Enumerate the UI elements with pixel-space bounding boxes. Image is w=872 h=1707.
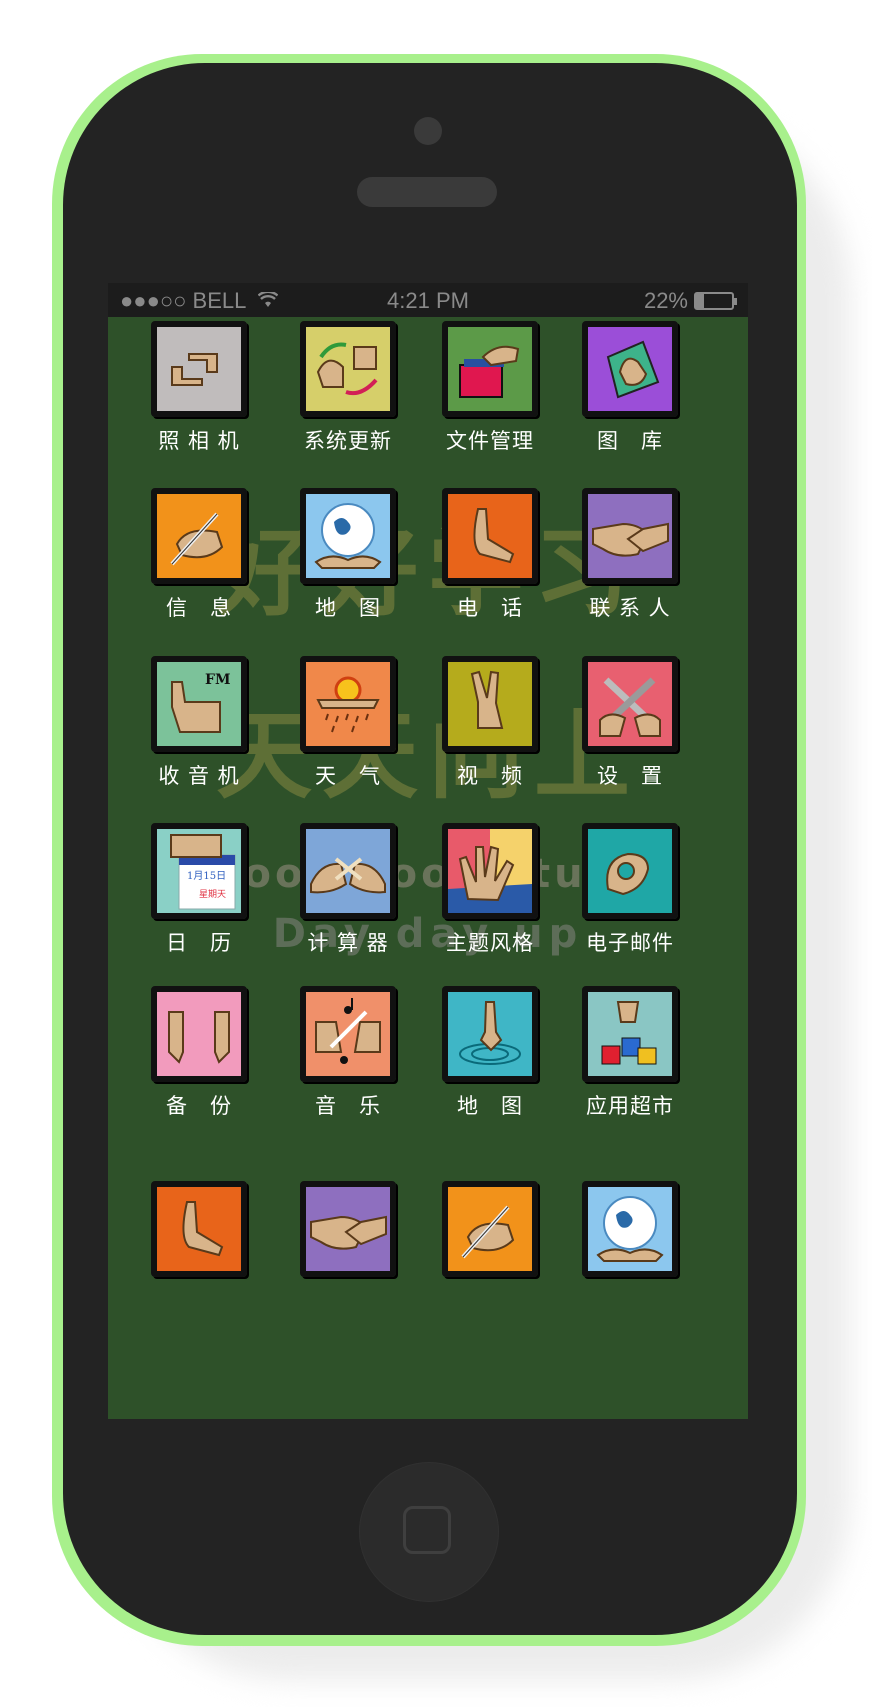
- earpiece-speaker: [357, 177, 497, 207]
- app-label: 系统更新: [304, 429, 392, 453]
- app-phone-hand-6[interactable]: 电 话: [415, 488, 565, 622]
- phone-hand-icon[interactable]: [442, 488, 538, 584]
- globe-map-icon[interactable]: [300, 488, 396, 584]
- handshake-icon[interactable]: [582, 488, 678, 584]
- calendar-weekday: 星期天: [199, 889, 226, 900]
- settings-wrench-icon[interactable]: [582, 656, 678, 752]
- app-message-pen-22[interactable]: [415, 1181, 565, 1277]
- home-button[interactable]: [359, 1462, 499, 1602]
- globe-map-icon[interactable]: [582, 1181, 678, 1277]
- app-system-update-1[interactable]: 系统更新: [273, 321, 423, 455]
- app-label: 照 相 机: [158, 429, 240, 453]
- battery-percent: 22%: [643, 288, 688, 313]
- message-pen-icon[interactable]: [151, 488, 247, 584]
- app-label: 信 息: [166, 596, 232, 620]
- app-camera-hands-0[interactable]: 照 相 机: [124, 321, 274, 455]
- app-handshake-21[interactable]: [273, 1181, 423, 1277]
- map-ripple-icon[interactable]: [442, 986, 538, 1082]
- app-theme-hand-14[interactable]: 主题风格: [415, 823, 565, 957]
- video-peace-icon[interactable]: [442, 656, 538, 752]
- app-label: 地 图: [315, 596, 381, 620]
- app-store-icon[interactable]: [582, 986, 678, 1082]
- app-map-ripple-18[interactable]: 地 图: [415, 986, 565, 1120]
- home-square-icon: [403, 1506, 451, 1554]
- app-label: 备 份: [166, 1094, 232, 1118]
- calendar-icon[interactable]: 1月15日星期天: [151, 823, 247, 919]
- camera-hands-icon[interactable]: [151, 321, 247, 417]
- app-label: 收 音 机: [158, 764, 240, 788]
- app-label: 音 乐: [315, 1094, 381, 1118]
- app-file-manager-2[interactable]: 文件管理: [415, 321, 565, 455]
- app-label: 电 话: [457, 596, 523, 620]
- app-video-peace-10[interactable]: 视 频: [415, 656, 565, 790]
- phone-hand-icon[interactable]: [151, 1181, 247, 1277]
- file-manager-icon[interactable]: [442, 321, 538, 417]
- email-hand-icon[interactable]: [582, 823, 678, 919]
- app-phone-hand-20[interactable]: [124, 1181, 274, 1277]
- gallery-icon[interactable]: [582, 321, 678, 417]
- music-hands-icon[interactable]: [300, 986, 396, 1082]
- app-backup-hands-16[interactable]: 备 份: [124, 986, 274, 1120]
- app-label: 设 置: [597, 764, 663, 788]
- app-label: 电子邮件: [586, 931, 674, 955]
- app-calculator-13[interactable]: 计 算 器: [273, 823, 423, 957]
- battery-status: 22%: [643, 288, 737, 314]
- app-settings-wrench-11[interactable]: 设 置: [555, 656, 705, 790]
- app-label: 文件管理: [446, 429, 534, 453]
- app-label: 计 算 器: [307, 931, 389, 955]
- front-camera: [414, 117, 442, 145]
- app-label: 图 库: [597, 429, 663, 453]
- backup-hands-icon[interactable]: [151, 986, 247, 1082]
- message-pen-icon[interactable]: [442, 1181, 538, 1277]
- radio-fm-icon[interactable]: FM: [151, 656, 247, 752]
- app-globe-map-5[interactable]: 地 图: [273, 488, 423, 622]
- app-globe-map-23[interactable]: [555, 1181, 705, 1277]
- home-screen: ●●●○○ BELL 4:21 PM 22% 好好学习 天天向上 Good go…: [108, 283, 748, 1419]
- app-handshake-7[interactable]: 联 系 人: [555, 488, 705, 622]
- fm-text: FM: [205, 672, 230, 688]
- calendar-date: 1月15日: [187, 870, 226, 882]
- handshake-icon[interactable]: [300, 1181, 396, 1277]
- app-label: 主题风格: [446, 931, 534, 955]
- calculator-icon[interactable]: [300, 823, 396, 919]
- app-label: 日 历: [166, 931, 232, 955]
- app-label: 联 系 人: [589, 596, 671, 620]
- app-weather-9[interactable]: 天 气: [273, 656, 423, 790]
- app-label: 应用超市: [586, 1094, 674, 1118]
- theme-hand-icon[interactable]: [442, 823, 538, 919]
- app-radio-fm-8[interactable]: FM 收 音 机: [124, 656, 274, 790]
- weather-icon[interactable]: [300, 656, 396, 752]
- app-email-hand-15[interactable]: 电子邮件: [555, 823, 705, 957]
- app-calendar-12[interactable]: 1月15日星期天日 历: [124, 823, 274, 957]
- system-update-icon[interactable]: [300, 321, 396, 417]
- app-music-hands-17[interactable]: 音 乐: [273, 986, 423, 1120]
- app-label: 天 气: [315, 764, 381, 788]
- battery-icon: [694, 292, 737, 310]
- app-label: 视 频: [457, 764, 523, 788]
- app-label: 地 图: [457, 1094, 523, 1118]
- status-bar: ●●●○○ BELL 4:21 PM 22%: [108, 283, 748, 317]
- app-app-store-19[interactable]: 应用超市: [555, 986, 705, 1120]
- app-gallery-3[interactable]: 图 库: [555, 321, 705, 455]
- app-message-pen-4[interactable]: 信 息: [124, 488, 274, 622]
